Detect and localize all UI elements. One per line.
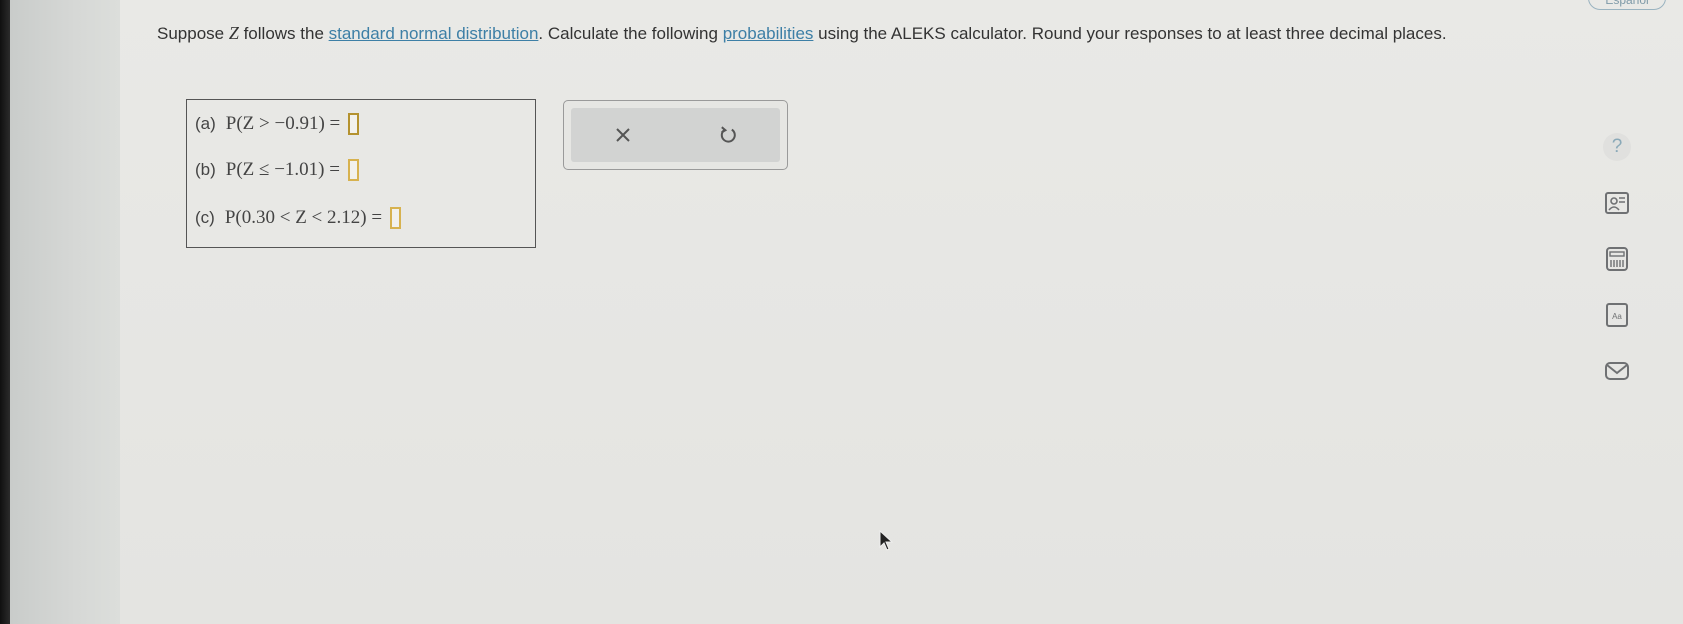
calculator-icon bbox=[1606, 247, 1628, 271]
answer-input-b[interactable] bbox=[347, 159, 359, 181]
question-label: (a) bbox=[195, 114, 216, 133]
textbook-icon bbox=[1605, 192, 1629, 214]
question-expression: P(0.30 < Z < 2.12) = bbox=[224, 207, 383, 228]
question-label: (c) bbox=[195, 208, 215, 227]
close-icon bbox=[616, 128, 630, 142]
standard-normal-link[interactable]: standard normal distribution bbox=[329, 24, 539, 43]
formula-icon: Aa bbox=[1606, 303, 1628, 327]
aleks-page: Español Suppose Z follows the standard n… bbox=[120, 0, 1683, 624]
problem-statement: Suppose Z follows the standard normal di… bbox=[157, 23, 1447, 43]
action-bar bbox=[571, 108, 780, 162]
mail-icon bbox=[1605, 362, 1629, 380]
help-icon: ? bbox=[1603, 133, 1631, 161]
clear-button[interactable] bbox=[571, 108, 675, 162]
screen-bezel bbox=[0, 0, 10, 624]
svg-text:Aa: Aa bbox=[1612, 312, 1622, 321]
calculator-button[interactable] bbox=[1602, 244, 1632, 274]
variable-z: Z bbox=[228, 23, 239, 43]
question-expression: P(Z > −0.91) = bbox=[225, 113, 341, 134]
answer-input-a[interactable] bbox=[348, 113, 360, 135]
probabilities-link[interactable]: probabilities bbox=[723, 24, 814, 43]
question-a: (a) P(Z > −0.91) = bbox=[195, 109, 360, 139]
left-margin bbox=[10, 0, 120, 624]
question-c: (c) P(0.30 < Z < 2.12) = bbox=[195, 203, 402, 233]
help-button[interactable]: ? bbox=[1602, 132, 1632, 162]
textbook-button[interactable] bbox=[1602, 188, 1632, 218]
language-button[interactable]: Español bbox=[1588, 0, 1666, 10]
question-label: (b) bbox=[195, 160, 216, 179]
answer-input-c[interactable] bbox=[390, 207, 402, 229]
question-expression: P(Z ≤ −1.01) = bbox=[225, 159, 340, 180]
undo-button[interactable] bbox=[676, 108, 780, 162]
question-b: (b) P(Z ≤ −1.01) = bbox=[195, 155, 359, 185]
formula-button[interactable]: Aa bbox=[1602, 300, 1632, 330]
question-box: (a) P(Z > −0.91) = (b) P(Z ≤ −1.01) = (c… bbox=[186, 99, 536, 248]
mail-button[interactable] bbox=[1602, 356, 1632, 386]
undo-icon bbox=[720, 126, 736, 143]
mouse-pointer-icon bbox=[879, 530, 894, 551]
action-panel bbox=[563, 100, 788, 170]
